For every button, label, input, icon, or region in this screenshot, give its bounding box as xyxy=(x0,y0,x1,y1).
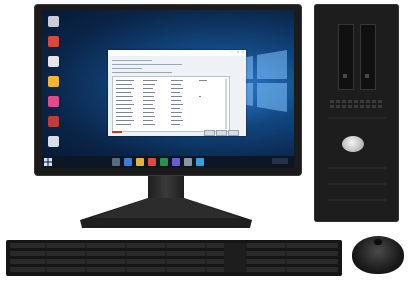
keyboard-keys xyxy=(10,243,338,272)
status-indicator xyxy=(112,131,122,133)
taskbar-icon[interactable] xyxy=(184,158,192,166)
dialog-button[interactable] xyxy=(228,130,239,136)
dialog-button[interactable] xyxy=(216,130,227,136)
close-icon[interactable]: × xyxy=(241,51,245,54)
desktop-icon[interactable] xyxy=(48,96,59,107)
tower-panel-lines xyxy=(328,117,386,201)
taskbar-icon[interactable] xyxy=(112,158,120,166)
taskbar-icon[interactable] xyxy=(172,158,180,166)
desktop-icon[interactable] xyxy=(48,56,59,67)
taskbar xyxy=(42,156,294,168)
desktop-icon[interactable] xyxy=(48,16,59,27)
drive-indicator xyxy=(365,74,369,78)
taskbar-icon[interactable] xyxy=(148,158,156,166)
toolbar-row xyxy=(112,72,172,73)
computer-tower xyxy=(314,4,399,222)
power-button[interactable] xyxy=(342,136,364,152)
taskbar-icon[interactable] xyxy=(124,158,132,166)
maximize-icon[interactable]: □ xyxy=(236,51,240,54)
keyboard[interactable] xyxy=(6,240,342,276)
toolbar-row xyxy=(112,60,152,61)
drive-indicator xyxy=(343,74,347,78)
minimize-icon[interactable]: – xyxy=(230,51,234,54)
taskbar-icon[interactable] xyxy=(196,158,204,166)
taskbar-icon[interactable] xyxy=(136,158,144,166)
system-tray[interactable] xyxy=(272,158,288,164)
file-list[interactable] xyxy=(112,76,230,132)
taskbar-icon[interactable] xyxy=(160,158,168,166)
dialog-button[interactable] xyxy=(204,130,215,136)
app-window: – □ × xyxy=(108,50,246,136)
drive-bay xyxy=(338,24,354,90)
list-rows xyxy=(116,79,227,129)
front-vent xyxy=(330,100,382,108)
desktop-icon[interactable] xyxy=(48,116,59,127)
mouse-scroll-wheel[interactable] xyxy=(374,239,382,245)
desktop-icon[interactable] xyxy=(48,76,59,87)
start-icon[interactable] xyxy=(44,158,52,166)
desktop-icon[interactable] xyxy=(48,36,59,47)
window-titlebar xyxy=(108,50,246,56)
monitor-screen: – □ × xyxy=(42,10,294,168)
desktop-icon[interactable] xyxy=(48,136,59,147)
toolbar-row xyxy=(112,68,142,69)
monitor-stand-base xyxy=(80,198,252,228)
toolbar-row xyxy=(112,64,182,65)
drive-bay xyxy=(360,24,376,90)
